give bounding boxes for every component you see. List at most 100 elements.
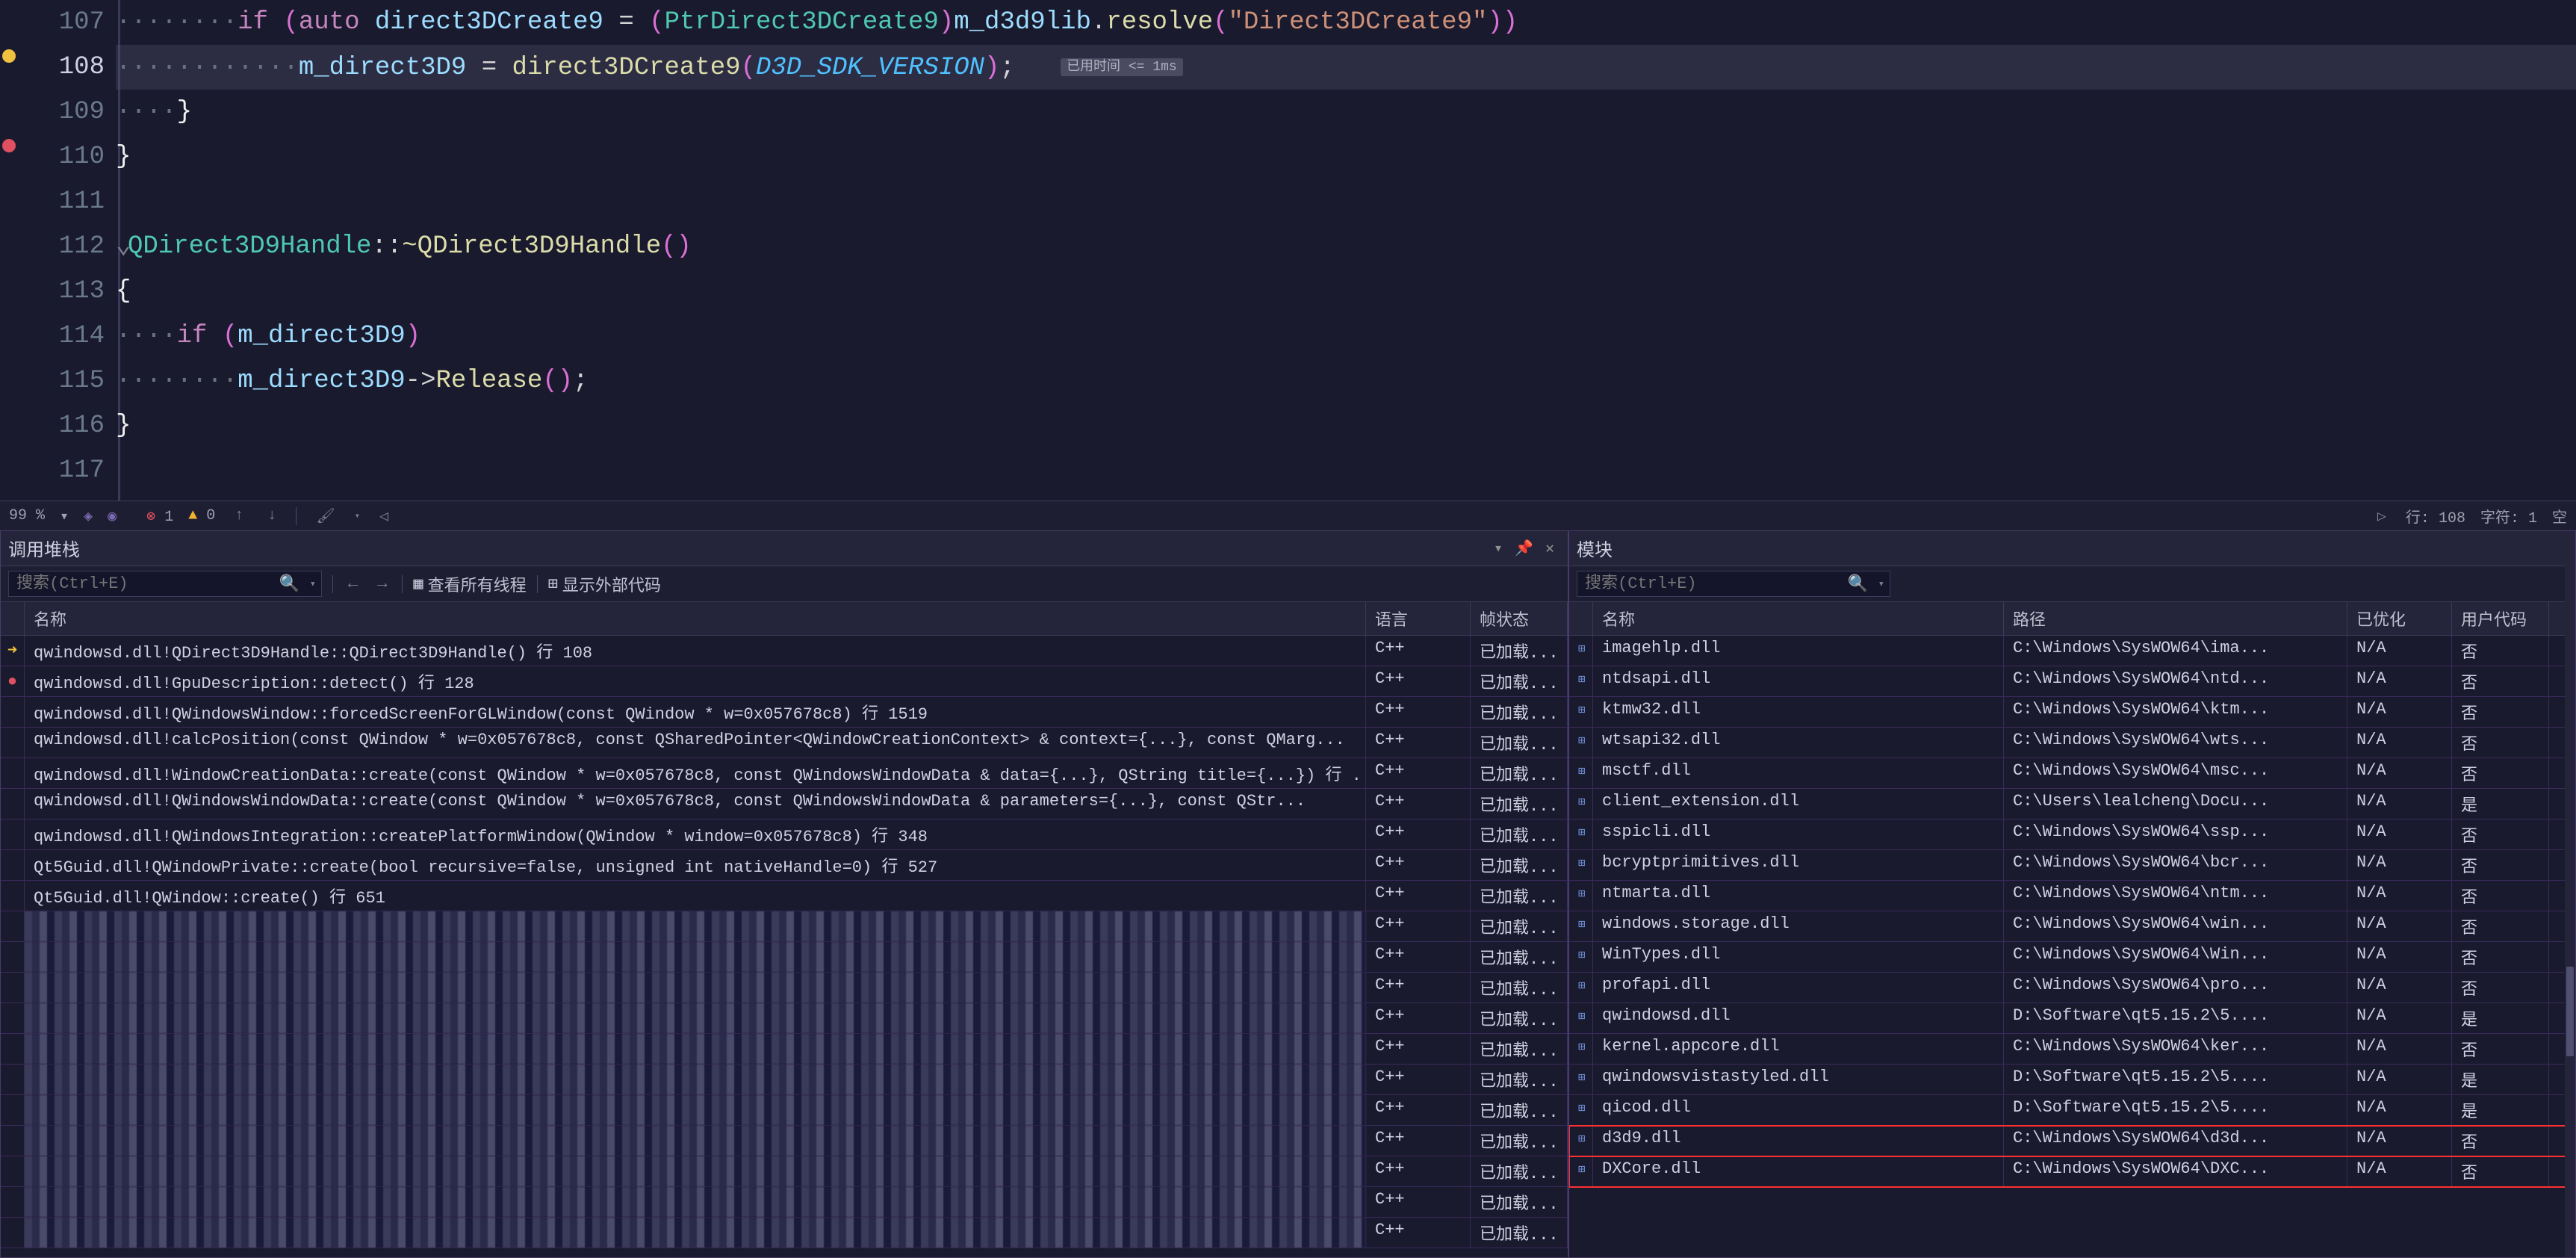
module-row[interactable]: ⊞client_extension.dllC:\Users\lealcheng\… — [1569, 789, 2575, 819]
col-header-name[interactable]: 名称 — [25, 602, 1366, 635]
callstack-row[interactable]: C++已加载... — [1, 1126, 1568, 1156]
nav-back-icon[interactable]: ← — [344, 574, 362, 593]
module-usercode: 否 — [2452, 850, 2549, 880]
callstack-rows[interactable]: ➜qwindowsd.dll!QDirect3D9Handle::QDirect… — [1, 636, 1568, 1257]
module-row[interactable]: ⊞WinTypes.dllC:\Windows\SysWOW64\Win...N… — [1569, 942, 2575, 973]
play-right-icon[interactable]: ▷ — [2373, 506, 2391, 526]
chevron-down-icon[interactable]: ▾ — [355, 510, 360, 521]
callstack-row[interactable]: C++已加载... — [1, 1095, 1568, 1126]
arrow-down-icon[interactable]: ↓ — [263, 507, 281, 524]
breakpoint-gutter[interactable] — [0, 0, 19, 501]
code-content[interactable]: ········if (auto direct3DCreate9 = (PtrD… — [116, 0, 2576, 501]
modules-rows[interactable]: ⊞imagehlp.dllC:\Windows\SysWOW64\ima...N… — [1569, 636, 2575, 1257]
callstack-row[interactable]: qwindowsd.dll!QWindowsWindowData::create… — [1, 789, 1568, 819]
dropdown-icon[interactable]: ▾ — [1488, 539, 1509, 558]
col-header-opt[interactable]: 已优化 — [2347, 602, 2452, 635]
callstack-row[interactable]: qwindowsd.dll!WindowCreationData::create… — [1, 758, 1568, 789]
chevron-down-icon[interactable]: ▾ — [1878, 577, 1884, 590]
error-icon[interactable]: ⊗ — [146, 509, 155, 526]
member-direct3d9[interactable]: m_direct3D9 — [238, 322, 405, 350]
var-direct3dcreate9[interactable]: direct3DCreate9 — [375, 8, 603, 37]
nav-fwd-icon[interactable]: → — [373, 574, 391, 593]
member-direct3d9[interactable]: m_direct3D9 — [238, 367, 405, 395]
scrollbar-vertical[interactable] — [2565, 531, 2575, 1257]
module-row[interactable]: ⊞qicod.dllD:\Software\qt5.15.2\5....N/A是 — [1569, 1095, 2575, 1126]
pin-icon[interactable]: 📌 — [1509, 539, 1539, 558]
module-row[interactable]: ⊞qwindowsd.dllD:\Software\qt5.15.2\5....… — [1569, 1003, 2575, 1034]
module-row[interactable]: ⊞bcryptprimitives.dllC:\Windows\SysWOW64… — [1569, 850, 2575, 881]
module-row[interactable]: ⊞wtsapi32.dllC:\Windows\SysWOW64\wts...N… — [1569, 728, 2575, 758]
callstack-row[interactable]: qwindowsd.dll!QWindowsIntegration::creat… — [1, 819, 1568, 850]
arrow-up-icon[interactable]: ↑ — [230, 507, 248, 524]
module-row[interactable]: ⊞d3d9.dllC:\Windows\SysWOW64\d3d...N/A否 — [1569, 1126, 2575, 1156]
module-path: D:\Software\qt5.15.2\5.... — [2004, 1003, 2347, 1033]
show-external-button[interactable]: ⊞显示外部代码 — [548, 572, 661, 596]
frame-lang: C++ — [1366, 973, 1471, 1003]
string-literal: "Direct3DCreate9" — [1229, 8, 1488, 37]
col-header-lang[interactable]: 语言 — [1366, 602, 1471, 635]
callstack-row[interactable]: C++已加载... — [1, 1034, 1568, 1065]
module-path: C:\Windows\SysWOW64\DXC... — [2004, 1156, 2347, 1186]
code-editor[interactable]: 107108109110111112113114115116117 ······… — [0, 0, 2576, 501]
callstack-row[interactable]: C++已加载... — [1, 1003, 1568, 1034]
callstack-row[interactable]: C++已加载... — [1, 1218, 1568, 1248]
module-row[interactable]: ⊞windows.storage.dllC:\Windows\SysWOW64\… — [1569, 911, 2575, 942]
callstack-row[interactable]: qwindowsd.dll!calcPosition(const QWindow… — [1, 728, 1568, 758]
member-d3d9lib[interactable]: m_d3d9lib — [954, 8, 1091, 37]
scrollbar-thumb[interactable] — [2566, 967, 2574, 1056]
callstack-row[interactable]: C++已加载... — [1, 1187, 1568, 1218]
module-row[interactable]: ⊞DXCore.dllC:\Windows\SysWOW64\DXC...N/A… — [1569, 1156, 2575, 1187]
member-direct3d9[interactable]: m_direct3D9 — [299, 54, 466, 82]
module-row[interactable]: ⊞ntdsapi.dllC:\Windows\SysWOW64\ntd...N/… — [1569, 666, 2575, 697]
module-row[interactable]: ⊞kernel.appcore.dllC:\Windows\SysWOW64\k… — [1569, 1034, 2575, 1065]
frame-icon — [1, 881, 25, 911]
col-header-path[interactable]: 路径 — [2004, 602, 2347, 635]
fold-arrow-icon[interactable]: ⌄ — [116, 224, 128, 269]
search-icon[interactable]: 🔍 — [279, 574, 300, 594]
modules-search-input[interactable] — [1577, 571, 1890, 597]
module-row[interactable]: ⊞sspicli.dllC:\Windows\SysWOW64\ssp...N/… — [1569, 819, 2575, 850]
close-icon[interactable]: ✕ — [1539, 539, 1560, 558]
module-row[interactable]: ⊞imagehlp.dllC:\Windows\SysWOW64\ima...N… — [1569, 636, 2575, 666]
module-row[interactable]: ⊞ntmarta.dllC:\Windows\SysWOW64\ntm...N/… — [1569, 881, 2575, 911]
module-icon: ⊞ — [1578, 704, 1586, 717]
external-icon: ⊞ — [548, 574, 558, 594]
circle-icon[interactable]: ◉ — [108, 506, 117, 526]
callstack-row[interactable]: ●qwindowsd.dll!GpuDescription::detect() … — [1, 666, 1568, 697]
nav-icon[interactable]: ◈ — [84, 506, 93, 526]
play-left-icon[interactable]: ◁ — [375, 506, 393, 526]
breakpoint-marker[interactable] — [2, 139, 16, 152]
chevron-down-icon[interactable]: ▾ — [310, 577, 316, 590]
callstack-row[interactable]: C++已加载... — [1, 1156, 1568, 1187]
callstack-row[interactable]: qwindowsd.dll!QWindowsWindow::forcedScre… — [1, 697, 1568, 728]
module-path: C:\Users\lealcheng\Docu... — [2004, 789, 2347, 819]
warning-icon[interactable]: ▲ — [188, 507, 197, 524]
col-header-state[interactable]: 帧状态 — [1471, 602, 1568, 635]
chevron-down-icon[interactable]: ▾ — [60, 506, 69, 526]
callstack-search-input[interactable] — [8, 571, 322, 597]
frame-icon — [1, 1095, 25, 1125]
frame-name — [25, 1156, 1366, 1186]
const-sdk-version[interactable]: D3D_SDK_VERSION — [756, 54, 984, 82]
callstack-row[interactable]: C++已加载... — [1, 1065, 1568, 1095]
frame-name — [25, 1034, 1366, 1064]
col-header-user[interactable]: 用户代码 — [2452, 602, 2549, 635]
class-name[interactable]: QDirect3D9Handle — [128, 232, 371, 261]
search-icon[interactable]: 🔍 — [1848, 574, 1868, 594]
module-row[interactable]: ⊞ktmw32.dllC:\Windows\SysWOW64\ktm...N/A… — [1569, 697, 2575, 728]
zoom-level[interactable]: 99 % — [9, 507, 45, 524]
callstack-row[interactable]: Qt5Guid.dll!QWindowPrivate::create(bool … — [1, 850, 1568, 881]
callstack-row[interactable]: ➜qwindowsd.dll!QDirect3D9Handle::QDirect… — [1, 636, 1568, 666]
callstack-row[interactable]: C++已加载... — [1, 973, 1568, 1003]
whitespace-mode[interactable]: 空 — [2552, 505, 2567, 527]
brush-icon[interactable]: 🖌 — [311, 506, 339, 526]
callstack-row[interactable]: Qt5Guid.dll!QWindow::create() 行 651C++已加… — [1, 881, 1568, 911]
view-threads-button[interactable]: ▦查看所有线程 — [413, 572, 526, 596]
module-row[interactable]: ⊞profapi.dllC:\Windows\SysWOW64\pro...N/… — [1569, 973, 2575, 1003]
current-line-indicator[interactable] — [2, 49, 16, 63]
callstack-row[interactable]: C++已加载... — [1, 942, 1568, 973]
col-header-name[interactable]: 名称 — [1593, 602, 2004, 635]
callstack-row[interactable]: C++已加载... — [1, 911, 1568, 942]
module-row[interactable]: ⊞msctf.dllC:\Windows\SysWOW64\msc...N/A否 — [1569, 758, 2575, 789]
module-row[interactable]: ⊞qwindowsvistastyled.dllD:\Software\qt5.… — [1569, 1065, 2575, 1095]
